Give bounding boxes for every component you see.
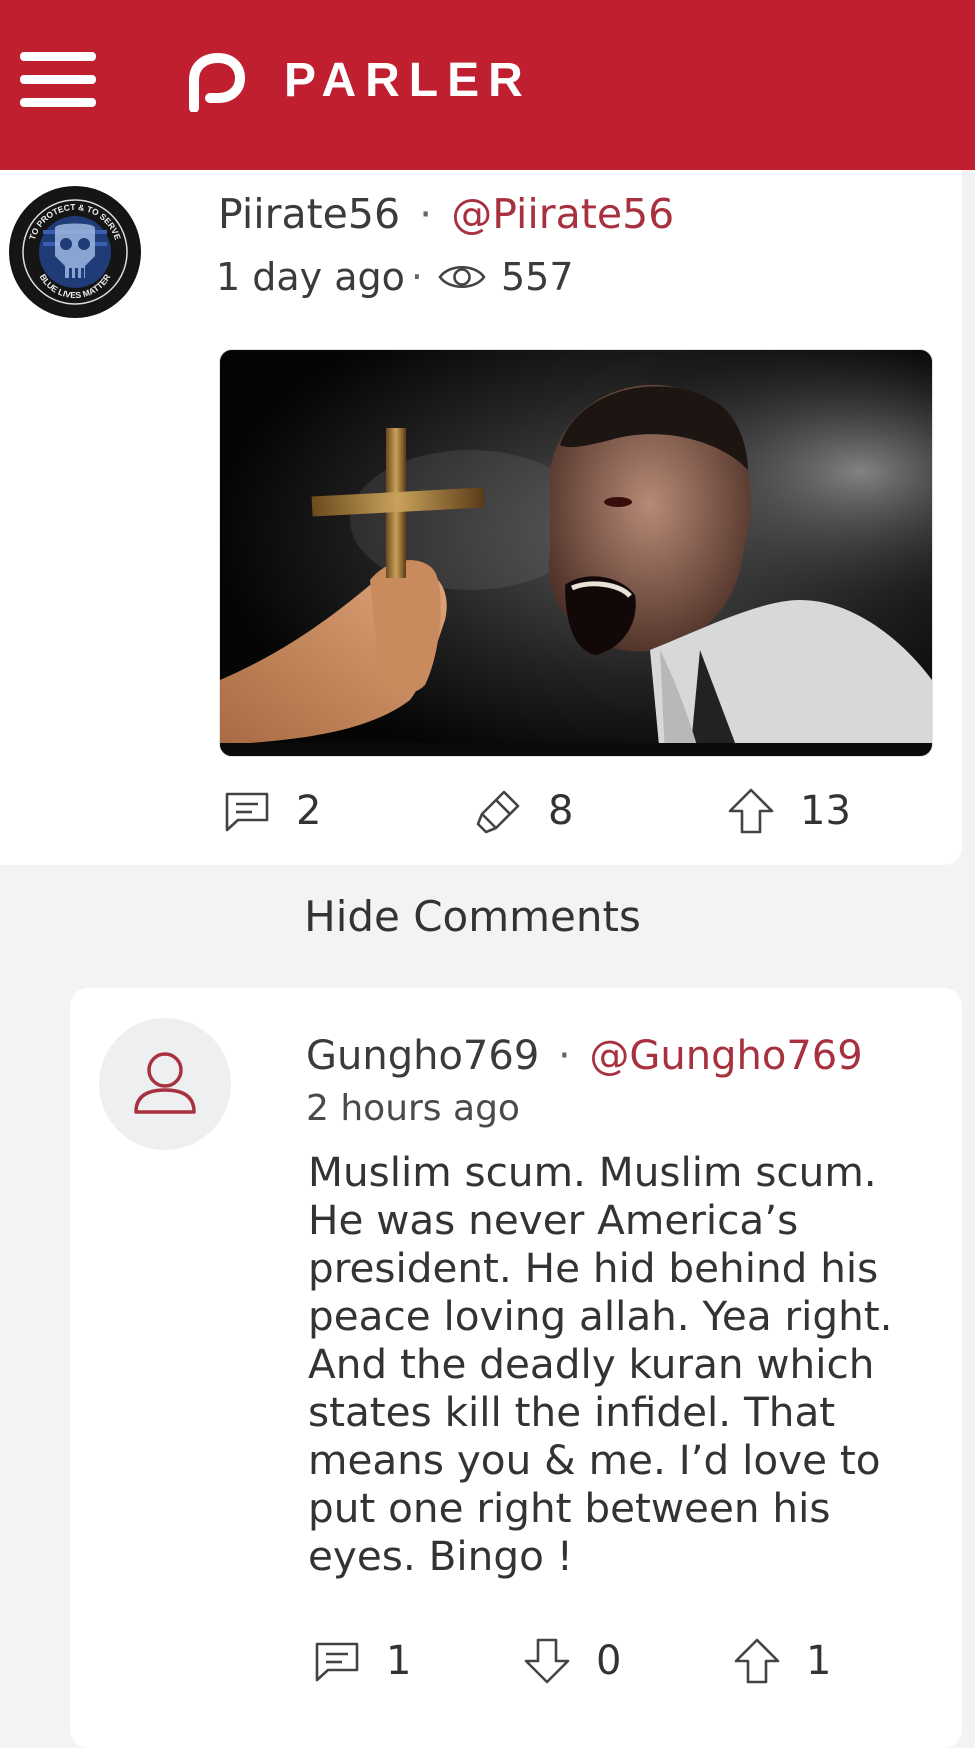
post-author-line: Piirate56 · @Piirate56 — [218, 188, 674, 240]
user-outline-icon — [134, 1052, 196, 1114]
comment-timestamp: 2 hours ago — [306, 1088, 520, 1129]
author-name[interactable]: Piirate56 — [218, 190, 400, 238]
parler-logo-icon[interactable] — [186, 50, 248, 112]
post-comment-action[interactable]: 2 — [222, 786, 321, 836]
comment-author-name[interactable]: Gungho769 — [306, 1033, 539, 1079]
comment-upvote-count: 1 — [806, 1638, 832, 1684]
post-image[interactable] — [220, 350, 932, 756]
post-timestamp: 1 day ago — [216, 255, 405, 299]
post-meta: 1 day ago · 557 — [216, 252, 574, 302]
eye-icon — [438, 265, 486, 289]
separator-dot: · — [419, 190, 433, 238]
arrow-down-icon — [524, 1638, 570, 1684]
comment-downvote-action[interactable]: 0 — [522, 1636, 621, 1686]
comment-bubble-icon — [225, 792, 269, 832]
reply-count: 1 — [386, 1638, 412, 1684]
echo-megaphone-icon — [476, 790, 520, 834]
arrow-up-icon — [734, 1638, 780, 1684]
avatar[interactable]: TO PROTECT & TO SERVE BLUE LIVES MATTER — [9, 186, 141, 318]
author-handle[interactable]: @Piirate56 — [451, 190, 674, 238]
hide-comments-button[interactable]: Hide Comments — [0, 892, 945, 941]
arrow-up-icon — [728, 788, 774, 834]
view-count: 557 — [500, 255, 574, 299]
app-header: PARLER — [0, 0, 975, 170]
comment-author-line: Gungho769 · @Gungho769 — [306, 1030, 863, 1082]
upvote-count: 13 — [800, 788, 851, 834]
comment-upvote-action[interactable]: 1 — [732, 1636, 831, 1686]
post-echo-action[interactable]: 8 — [474, 786, 573, 836]
comment-body: Muslim scum. Muslim scum. He was never A… — [308, 1148, 893, 1580]
comment-reply-action[interactable]: 1 — [312, 1636, 411, 1686]
hamburger-menu-icon[interactable] — [20, 52, 96, 108]
post-image-illustration — [220, 350, 932, 756]
separator-dot: · — [410, 255, 423, 299]
comment-avatar[interactable] — [99, 1018, 231, 1150]
comment-count: 2 — [296, 788, 322, 834]
downvote-count: 0 — [596, 1638, 622, 1684]
post-upvote-action[interactable]: 13 — [726, 786, 851, 836]
comment-bubble-icon — [315, 1642, 359, 1682]
comment-author-handle[interactable]: @Gungho769 — [589, 1033, 862, 1079]
separator-dot: · — [557, 1033, 571, 1079]
parler-logo-text[interactable]: PARLER — [284, 50, 532, 112]
echo-count: 8 — [548, 788, 574, 834]
blue-lives-matter-badge-icon: TO PROTECT & TO SERVE BLUE LIVES MATTER — [11, 188, 139, 316]
